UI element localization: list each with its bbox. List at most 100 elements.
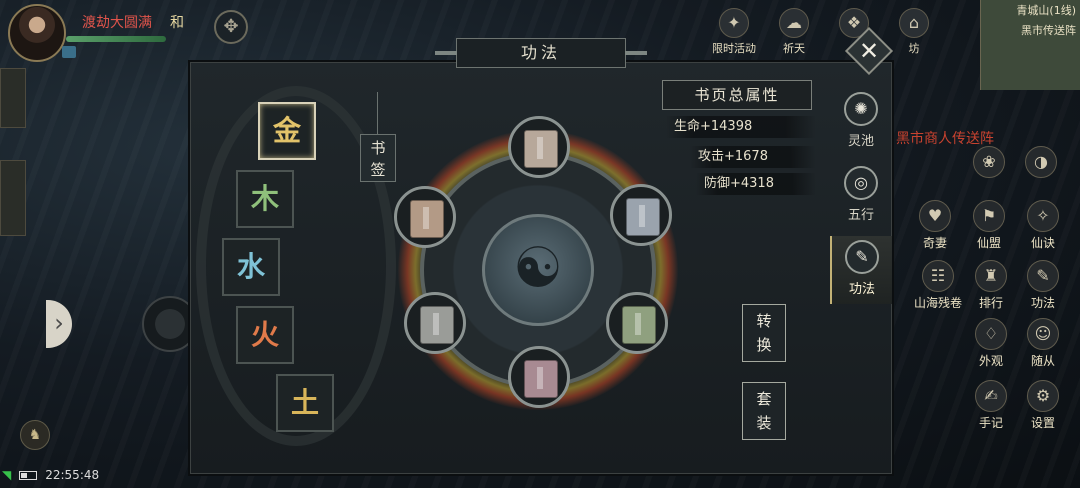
follower-icon: ☺ [1027,318,1059,350]
minimap[interactable]: 青城山(1线) 黑市传送阵 [980,0,1080,90]
top-icon-label: 坊 [908,42,920,55]
zone-hint-text: 黑市商人传送阵 [896,131,994,147]
notes-icon: ✍ [975,380,1007,412]
convert-button[interactable]: 转 换 [742,304,786,362]
book-page-icon [524,130,558,168]
set-button[interactable]: 套 装 [742,382,786,440]
wifi-icon: ◥ [2,468,12,482]
book-page-slot-upper-right[interactable] [610,184,672,246]
book-page-icon [626,198,660,236]
fn-label: 手记 [978,416,1003,430]
nav-tab-technique[interactable]: ✎ 功法 [830,236,892,304]
fn-formula[interactable]: ✧ 仙诀 [1018,200,1068,251]
player-tag[interactable]: 和 [170,12,184,32]
formula-icon: ✧ [1027,200,1059,232]
compass-icon: ◑ [1025,146,1057,178]
fn-compass[interactable]: ◑ [1016,146,1066,178]
spirit-pool-icon: ✺ [844,92,878,126]
book-page-icon [420,306,454,344]
fn-label: 奇妻 [922,236,947,250]
book-page-slot-top[interactable] [508,116,570,178]
fn-ranking[interactable]: ♜ 排行 [966,260,1016,311]
bag-icon: ❀ [973,146,1005,178]
top-icon-label: 祈天 [783,42,805,55]
fn-scroll-map[interactable]: ☷ 山海残卷 [906,260,970,311]
sect-emblem-icon[interactable]: ✥ [214,10,248,44]
convert-char-2: 换 [756,336,772,354]
top-icon-1[interactable]: ☁ 祈天 [768,8,820,56]
technique-icon: ✎ [845,240,879,274]
panel-title: 功法 [435,38,647,68]
bookmark-button[interactable]: 书 签 [360,134,396,182]
shop-icon: ⌂ [899,8,929,38]
nav-tab-spirit-pool[interactable]: ✺ 灵池 [830,88,892,156]
fn-label: 随从 [1030,354,1055,368]
stats-title: 书页总属性 [662,80,812,110]
set-char-2: 装 [756,414,772,432]
bookmark-char-1: 书 [370,139,386,157]
nav-tab-label: 五行 [847,208,874,223]
book-page-slot-bottom[interactable] [508,346,570,408]
player-hp-bar [66,36,166,42]
ranking-icon: ♜ [975,260,1007,292]
element-tab-earth[interactable]: 土 [276,374,334,432]
element-tab-wood[interactable]: 木 [236,170,294,228]
minimap-landmark: 黑市传送阵 [1021,24,1076,37]
device-status-bar: ◥ 22:55:48 [2,468,99,482]
skill-icon: ✎ [1027,260,1059,292]
top-icon-label: 限时活动 [712,42,756,55]
nav-tab-five-elements[interactable]: ◎ 五行 [830,162,892,230]
settings-icon: ⚙ [1027,380,1059,412]
convert-char-1: 转 [756,312,772,330]
alliance-icon: ⚑ [973,200,1005,232]
fn-follower[interactable]: ☺ 随从 [1018,318,1068,369]
event-icon: ✦ [719,8,749,38]
fn-settings[interactable]: ⚙ 设置 [1018,380,1068,431]
stat-attack: 攻击+1678 [690,146,816,168]
appearance-icon: ♢ [975,318,1007,350]
stat-defense: 防御+4318 [696,173,816,195]
helmet-icon[interactable]: ♞ [20,420,50,450]
book-page-icon [524,360,558,398]
element-tab-metal[interactable]: 金 [258,102,316,160]
top-event-bar: ✦ 限时活动 ☁ 祈天 ❖ ⌂ 坊 [708,8,940,56]
top-icon-3[interactable]: ⌂ 坊 [888,8,940,56]
set-char-1: 套 [756,390,772,408]
fn-notes[interactable]: ✍ 手记 [966,380,1016,431]
spouse-icon: ♥ [919,200,951,232]
book-page-slot-upper-left[interactable] [394,186,456,248]
stat-hp: 生命+14398 [666,116,816,138]
player-avatar[interactable] [8,4,66,62]
book-page-icon [622,306,656,344]
fn-bag[interactable]: ❀ [964,146,1014,178]
book-page-slot-lower-right[interactable] [606,292,668,354]
book-page-icon [410,200,444,238]
battery-icon [19,470,38,480]
book-page-slot-lower-left[interactable] [404,292,466,354]
fn-skill[interactable]: ✎ 功法 [1018,260,1068,311]
fn-label: 仙诀 [1030,236,1055,250]
fn-label: 排行 [978,296,1003,310]
bookmark-string [377,92,378,134]
fn-spouse[interactable]: ♥ 奇妻 [910,200,960,251]
minimap-location: 青城山(1线) [1016,4,1076,17]
wheel-core-emblem-icon: ☯ [482,214,594,326]
fn-label: 外观 [978,354,1003,368]
player-realm-name: 渡劫大圆满 [82,15,152,31]
fn-label: 设置 [1030,416,1055,430]
level-chip-icon [62,46,76,58]
fn-label: 功法 [1030,296,1055,310]
fn-label: 仙盟 [976,236,1001,250]
fn-appearance[interactable]: ♢ 外观 [966,318,1016,369]
element-tab-fire[interactable]: 火 [236,306,294,364]
top-icon-0[interactable]: ✦ 限时活动 [708,8,760,56]
left-quest-tab[interactable] [0,68,26,128]
left-team-tab[interactable] [0,160,26,236]
bookmark-char-2: 签 [370,161,386,179]
scroll-map-icon: ☷ [922,260,954,292]
fn-alliance[interactable]: ⚑ 仙盟 [964,200,1014,251]
clock-time: 22:55:48 [45,468,100,482]
nav-tab-label: 灵池 [847,134,874,149]
element-tab-water[interactable]: 水 [222,238,280,296]
fn-label: 山海残卷 [913,296,962,310]
